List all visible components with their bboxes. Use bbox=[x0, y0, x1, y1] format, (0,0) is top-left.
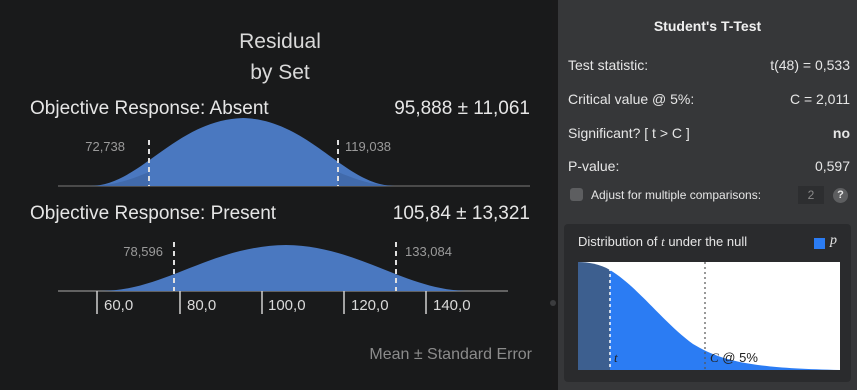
absent-ci-high-label: 119,038 bbox=[345, 139, 392, 154]
absent-ci-low-label: 72,738 bbox=[85, 139, 125, 154]
distribution-curves bbox=[58, 118, 530, 314]
residual-by-set-panel: Residual by Set Objective Response: Abse… bbox=[0, 0, 552, 390]
axis-tick-label: 100,0 bbox=[268, 297, 306, 314]
row-value: t(48) = 0,533 bbox=[770, 57, 850, 73]
p-value-row: P-value: 0,597 bbox=[568, 158, 850, 178]
panel-resize-handle[interactable] bbox=[550, 300, 556, 306]
null-distribution-plot: t C @ 5% bbox=[578, 262, 840, 370]
p-legend-swatch bbox=[814, 238, 825, 249]
t-label-text: t bbox=[614, 350, 618, 365]
ttest-panel: Student's T-Test Test statistic: t(48) =… bbox=[558, 0, 857, 390]
ttest-title: Student's T-Test bbox=[653, 18, 762, 34]
p-region-left bbox=[578, 262, 610, 370]
axis-tick-label: 80,0 bbox=[187, 297, 217, 314]
c-label-suffix: @ 5% bbox=[718, 350, 758, 365]
row-label: P-value: bbox=[568, 158, 620, 174]
present-ci-high-label: 133,084 bbox=[405, 244, 452, 259]
app-window: Residual by Set Objective Response: Abse… bbox=[0, 0, 857, 390]
significant-row: Significant? [ t > C ] no bbox=[568, 125, 850, 145]
present-ci-low-label: 78,596 bbox=[123, 244, 163, 259]
adjust-comparisons-checkbox[interactable] bbox=[570, 188, 583, 201]
row-label: Critical value @ 5%: bbox=[568, 91, 695, 107]
p-legend-label: p bbox=[830, 233, 837, 248]
adjust-comparisons-label: Adjust for multiple comparisons: bbox=[591, 188, 762, 202]
row-value: no bbox=[832, 125, 850, 141]
help-button[interactable]: ? bbox=[833, 188, 848, 203]
row-label: Test statistic: bbox=[568, 57, 649, 73]
axis-tick-label: 140,0 bbox=[433, 297, 471, 314]
critical-value-row: Critical value @ 5%: C = 2,011 bbox=[568, 91, 850, 111]
distribution-title-suffix: under the null bbox=[664, 234, 748, 249]
axis-tick-label: 60,0 bbox=[104, 297, 134, 314]
c-label-variable: C bbox=[710, 350, 719, 365]
row-value: C = 2,011 bbox=[789, 91, 850, 107]
c-label: C @ 5% bbox=[710, 350, 758, 366]
axis-tick-label: 120,0 bbox=[351, 297, 389, 314]
row-label: Significant? [ t > C ] bbox=[568, 125, 690, 141]
t-label: t bbox=[614, 350, 618, 366]
comparisons-count-field[interactable]: 2 bbox=[798, 186, 824, 204]
distribution-title-prefix: Distribution of bbox=[578, 234, 662, 249]
test-statistic-row: Test statistic: t(48) = 0,533 bbox=[568, 57, 850, 77]
footer-caption: Mean ± Standard Error bbox=[369, 346, 532, 363]
row-value: 0,597 bbox=[814, 158, 850, 174]
distribution-title: Distribution of t under the null bbox=[578, 234, 747, 250]
null-distribution-box: Distribution of t under the null p t C @… bbox=[564, 224, 851, 382]
